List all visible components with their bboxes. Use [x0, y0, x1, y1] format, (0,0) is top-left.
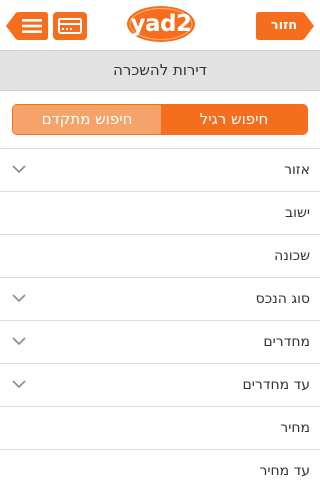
page-title-bar: דירות להשכרה [0, 50, 320, 91]
logo-text: yad2 [130, 11, 192, 37]
page-title: דירות להשכרה [113, 61, 207, 79]
field-city[interactable]: ישוב [0, 191, 320, 234]
field-price-from[interactable]: מחיר [0, 406, 320, 449]
field-property-type[interactable]: סוג הנכס [0, 277, 320, 320]
field-rooms-from[interactable]: מחדרים [0, 320, 320, 363]
field-label: מחיר [280, 420, 310, 436]
back-button[interactable]: חזור [256, 12, 314, 40]
field-label: אזור [284, 162, 310, 178]
field-price-to[interactable]: עד מחיר [0, 449, 320, 480]
yad2-logo[interactable]: yad2 [126, 4, 196, 44]
chevron-down-icon [12, 165, 26, 174]
tab-regular-search[interactable]: חיפוש רגיל [161, 105, 307, 134]
search-mode-tabs: חיפוש רגיל חיפוש מתקדם [12, 104, 308, 135]
field-label: סוג הנכס [255, 291, 310, 307]
credit-card-icon [58, 18, 82, 34]
menu-icon [6, 12, 48, 40]
top-bar: yad2 חזור [0, 0, 320, 50]
field-neighborhood[interactable]: שכונה [0, 234, 320, 277]
chevron-down-icon [12, 337, 26, 346]
field-area[interactable]: אזור [0, 148, 320, 191]
field-label: שכונה [274, 248, 310, 264]
field-label: עד מחדרים [242, 377, 310, 393]
field-label: ישוב [285, 205, 310, 221]
field-label: עד מחיר [259, 463, 310, 479]
chevron-down-icon [12, 380, 26, 389]
search-fields-list: אזור ישוב שכונה סוג הנכס מחדרים עד מחדרי… [0, 148, 320, 480]
chevron-down-icon [12, 294, 26, 303]
field-label: מחדרים [263, 334, 310, 350]
field-rooms-to[interactable]: עד מחדרים [0, 363, 320, 406]
menu-button[interactable] [6, 12, 48, 40]
card-button[interactable] [53, 12, 87, 40]
back-label: חזור [270, 18, 298, 33]
tab-advanced-search[interactable]: חיפוש מתקדם [13, 105, 161, 134]
